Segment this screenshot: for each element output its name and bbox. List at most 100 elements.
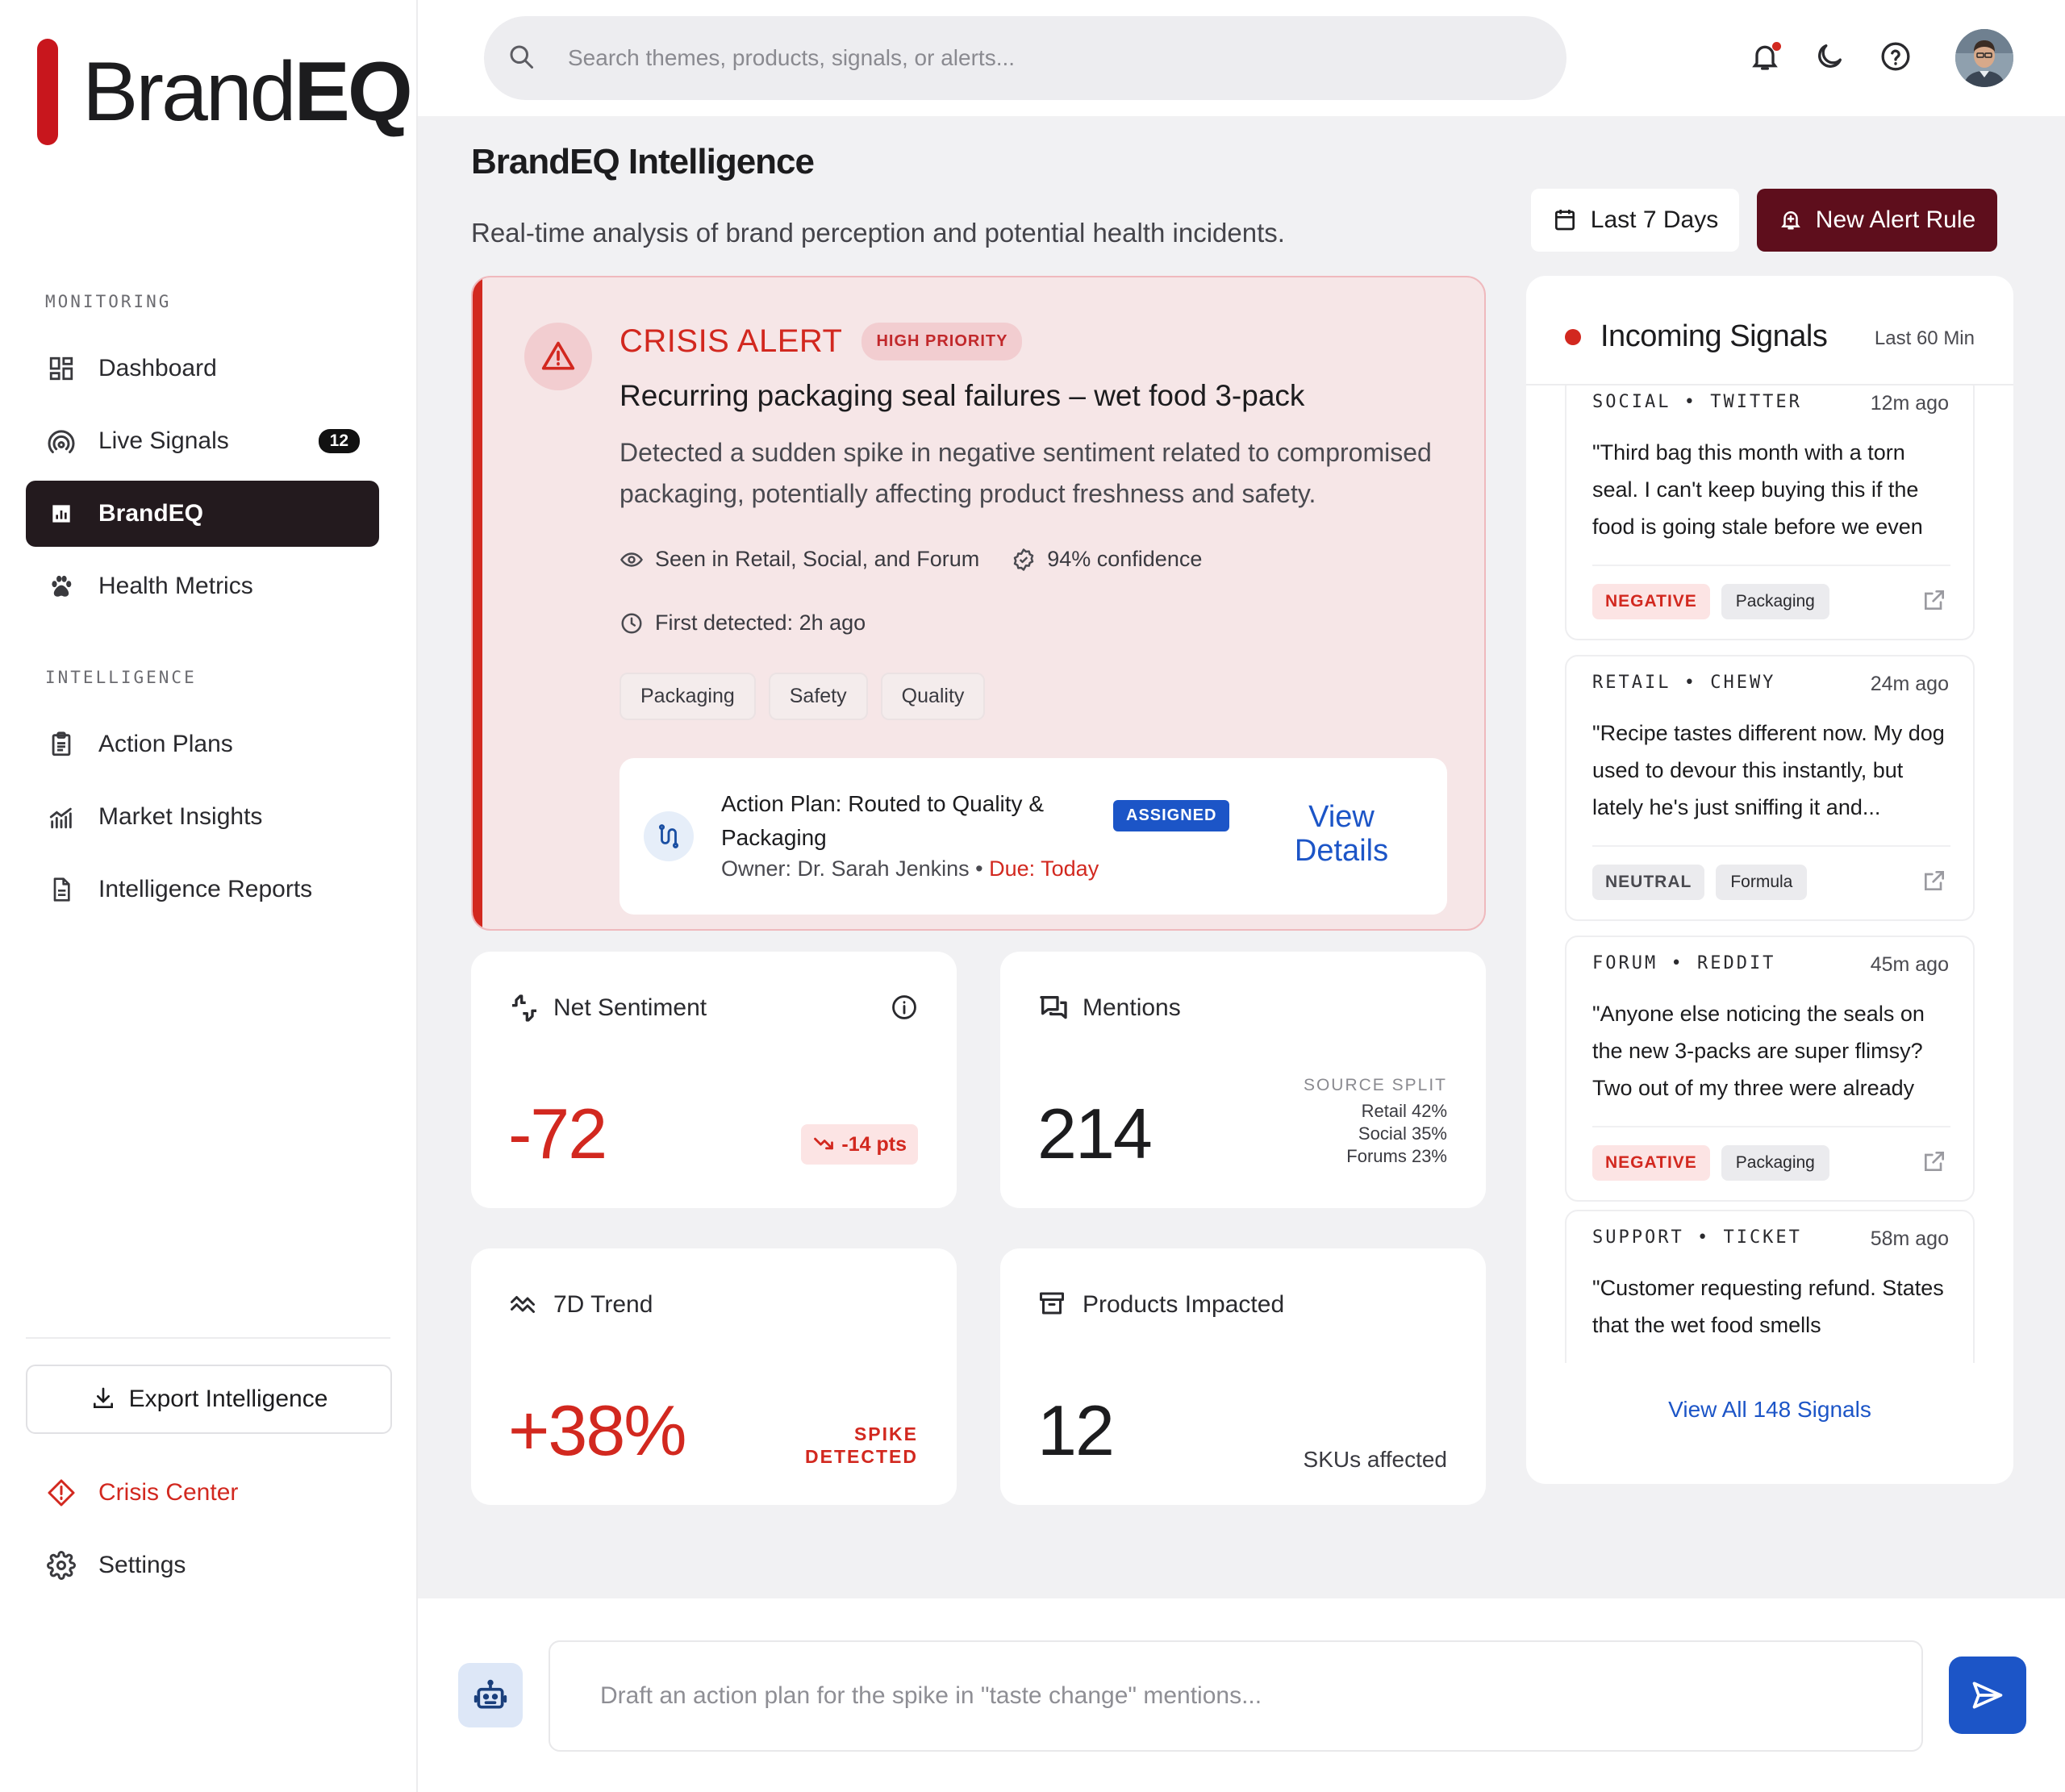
alert-diamond-icon <box>45 1477 77 1509</box>
help-button[interactable] <box>1879 40 1913 74</box>
user-avatar[interactable] <box>1955 29 2013 87</box>
source-split-label: SOURCE SPLIT <box>1303 1076 1447 1094</box>
calendar-icon <box>1552 206 1579 234</box>
external-link-icon[interactable] <box>1921 587 1949 615</box>
source-split: SOURCE SPLIT Retail 42% Social 35% Forum… <box>1304 1074 1447 1168</box>
signal-card[interactable]: SOCIAL • TWITTER 12m ago "Third bag this… <box>1565 385 1975 640</box>
signals-title: Incoming Signals <box>1600 319 1828 353</box>
topic-badge: Packaging <box>1721 584 1829 619</box>
signal-divider <box>1592 1126 1950 1127</box>
signal-quote: "Recipe tastes different now. My dog use… <box>1592 721 1945 819</box>
kpi-header: Mentions <box>1037 992 1181 1024</box>
signal-time: 24m ago <box>1870 673 1949 695</box>
search-input[interactable] <box>568 45 1536 71</box>
chat-input[interactable] <box>600 1682 1891 1710</box>
sentiment-delta: -14 pts <box>841 1132 907 1156</box>
kpi-header: Products Impacted <box>1037 1289 1284 1321</box>
dashboard-icon <box>45 352 77 385</box>
tag-quality[interactable]: Quality <box>880 673 986 720</box>
kpi-label: 7D Trend <box>553 1291 653 1318</box>
signal-quote: "Anyone else noticing the seals on the n… <box>1592 1002 1925 1100</box>
crisis-alert-card: CRISIS ALERT HIGH PRIORITY Recurring pac… <box>471 276 1486 931</box>
send-button[interactable] <box>1949 1657 2026 1734</box>
sidebar-divider <box>26 1337 390 1339</box>
notifications-button[interactable] <box>1749 40 1783 74</box>
action-plan-due: Due: Today <box>989 856 1099 881</box>
mentions-card: Mentions 214 SOURCE SPLIT Retail 42% Soc… <box>1000 952 1486 1208</box>
brand-logo[interactable]: BrandEQ <box>37 39 413 145</box>
sentiment-badge: NEGATIVE <box>1592 1145 1710 1181</box>
confidence-text: 94% confidence <box>1047 547 1203 571</box>
info-icon[interactable] <box>891 994 920 1023</box>
action-plan-title: Action Plan: Routed to Quality & Packagi… <box>721 791 1044 850</box>
send-icon <box>1970 1677 2005 1713</box>
sentiment-badge: NEGATIVE <box>1592 584 1710 619</box>
sidebar-item-label: Dashboard <box>98 355 217 381</box>
eye-icon <box>620 548 644 572</box>
sidebar-item-label: Settings <box>98 1552 186 1578</box>
thumbs-up-down-icon <box>508 992 540 1024</box>
tag-safety[interactable]: Safety <box>768 673 868 720</box>
sidebar-item-intelligence-reports[interactable]: Intelligence Reports <box>26 856 379 923</box>
view-details-link[interactable]: View Details <box>1281 800 1402 868</box>
kpi-label: Products Impacted <box>1083 1291 1285 1318</box>
sidebar-item-market-insights[interactable]: Market Insights <box>26 784 379 850</box>
topic-badge: Packaging <box>1721 1145 1829 1181</box>
assistant-bot-button[interactable] <box>458 1663 523 1727</box>
gear-icon <box>45 1549 77 1582</box>
search-bar[interactable] <box>484 16 1566 100</box>
signal-tags: NEGATIVE Packaging <box>1592 584 1829 619</box>
sidebar-item-brandeq[interactable]: BrandEQ <box>26 481 379 547</box>
signal-icon <box>45 425 77 457</box>
export-intelligence-button[interactable]: Export Intelligence <box>26 1365 392 1434</box>
signals-list[interactable]: SOCIAL • TWITTER 12m ago "Third bag this… <box>1526 385 2013 1363</box>
signal-quote: "Third bag this month with a torn seal. … <box>1592 440 1923 539</box>
external-link-icon[interactable] <box>1921 1148 1949 1176</box>
sentiment-badge: NEUTRAL <box>1592 865 1705 900</box>
sidebar-item-health-metrics[interactable]: Health Metrics <box>26 553 379 619</box>
sidebar-item-dashboard[interactable]: Dashboard <box>26 335 379 402</box>
products-impacted-card: Products Impacted 12 SKUs affected <box>1000 1248 1486 1505</box>
first-detected-text: First detected: 2h ago <box>655 611 866 635</box>
signal-card[interactable]: SUPPORT • TICKET 58m ago "Customer reque… <box>1565 1210 1975 1363</box>
section-label-monitoring: MONITORING <box>45 292 172 311</box>
sidebar-item-label: Action Plans <box>98 731 233 757</box>
signal-quote: "Customer requesting refund. States that… <box>1592 1276 1944 1337</box>
download-icon <box>90 1386 118 1413</box>
incoming-signals-panel: Incoming Signals Last 60 Min SOCIAL • TW… <box>1526 276 2013 1484</box>
robot-icon <box>473 1677 508 1713</box>
chat-input-container[interactable] <box>549 1640 1923 1752</box>
trending-down-icon <box>812 1132 836 1156</box>
trend-icon <box>508 1289 540 1321</box>
trend-chart-icon <box>45 801 77 833</box>
sidebar-item-crisis-center[interactable]: Crisis Center <box>26 1460 379 1526</box>
first-detected-row: First detected: 2h ago <box>620 611 866 636</box>
document-icon <box>45 873 77 906</box>
sentiment-delta-badge: -14 pts <box>801 1124 918 1165</box>
live-indicator-dot <box>1565 329 1581 345</box>
net-sentiment-card: Net Sentiment -72 -14 pts <box>471 952 957 1208</box>
external-link-icon[interactable] <box>1921 868 1949 895</box>
tag-packaging[interactable]: Packaging <box>620 673 756 720</box>
sidebar: BrandEQ MONITORING Dashboard Live Signal… <box>0 0 418 1792</box>
signal-card[interactable]: RETAIL • CHEWY 24m ago "Recipe tastes di… <box>1565 655 1975 921</box>
help-icon <box>1879 40 1913 73</box>
trend-card: 7D Trend +38% SPIKE DETECTED <box>471 1248 957 1505</box>
signal-card[interactable]: FORUM • REDDIT 45m ago "Anyone else noti… <box>1565 936 1975 1202</box>
sidebar-item-label: Crisis Center <box>98 1479 239 1506</box>
crisis-meta-row: Seen in Retail, Social, and Forum 94% co… <box>620 547 1202 572</box>
logo-text: BrandEQ <box>82 45 413 139</box>
signal-time: 12m ago <box>1870 392 1949 415</box>
sidebar-item-settings[interactable]: Settings <box>26 1532 379 1598</box>
theme-toggle-button[interactable] <box>1813 40 1847 74</box>
signal-tags: NEUTRAL Formula <box>1592 865 1808 900</box>
date-range-button[interactable]: Last 7 Days <box>1531 189 1739 252</box>
signals-header: Incoming Signals Last 60 Min <box>1526 276 2013 385</box>
new-alert-rule-button[interactable]: New Alert Rule <box>1757 189 1997 252</box>
sidebar-item-action-plans[interactable]: Action Plans <box>26 711 379 777</box>
signal-divider <box>1592 845 1950 847</box>
crisis-stripe <box>473 277 482 929</box>
sidebar-item-live-signals[interactable]: Live Signals 12 <box>26 408 379 474</box>
view-all-signals-link[interactable]: View All 148 Signals <box>1526 1397 2013 1423</box>
signals-time-window: Last 60 Min <box>1874 327 1975 349</box>
